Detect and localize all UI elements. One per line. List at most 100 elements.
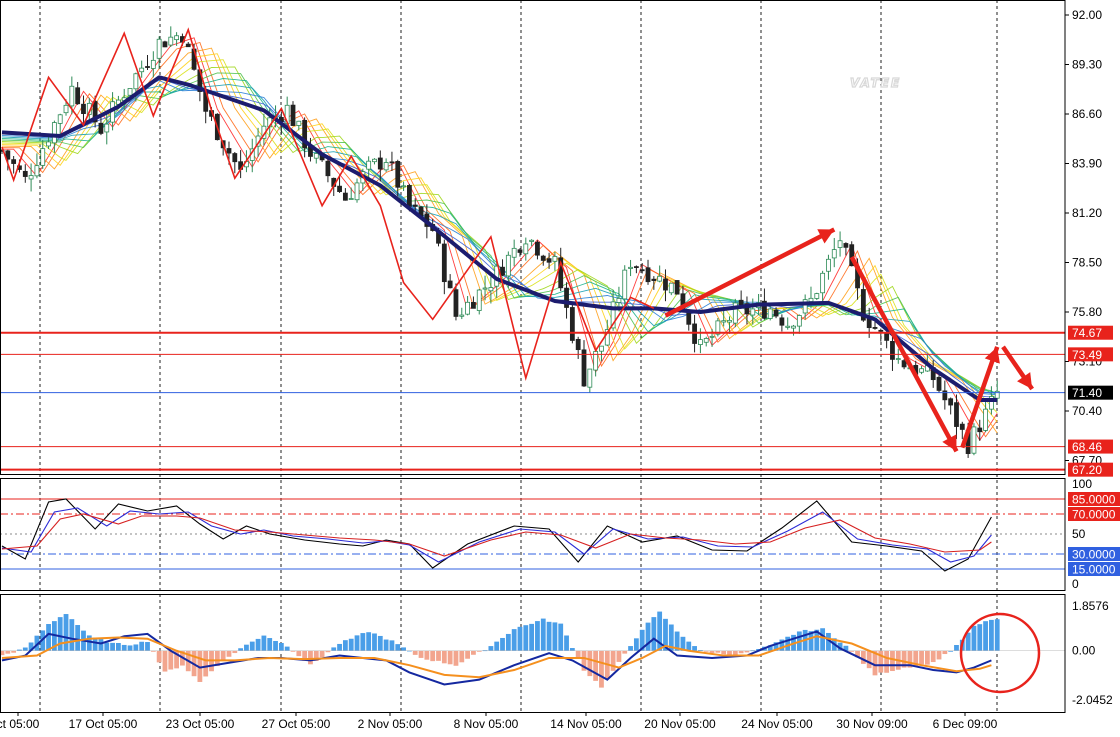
level-tag: 68.46 xyxy=(1072,440,1102,454)
macd-histogram-bar xyxy=(721,650,727,655)
candle-body xyxy=(773,309,779,317)
candle-body xyxy=(535,241,540,256)
macd-histogram-bar xyxy=(569,648,575,651)
candle-body xyxy=(453,289,459,317)
candle-body xyxy=(459,314,465,317)
candle-body xyxy=(546,258,552,263)
candle-body xyxy=(313,153,319,159)
candle-body xyxy=(139,67,145,73)
macd-histogram-bar xyxy=(110,642,115,651)
candle-body xyxy=(663,278,668,291)
macd-histogram-bar xyxy=(645,622,651,651)
candle-body xyxy=(98,122,104,134)
candle-body xyxy=(796,315,802,327)
macd-histogram-bar xyxy=(738,650,744,654)
macd-histogram-bar xyxy=(983,621,988,651)
candle-body xyxy=(174,35,180,41)
level-tag: 74.67 xyxy=(1072,326,1102,340)
macd-histogram-bar xyxy=(308,650,313,665)
price-tick-label: 70.40 xyxy=(1072,404,1102,418)
price-tick-label: 81.20 xyxy=(1072,206,1102,220)
candle-body xyxy=(22,170,28,177)
macd-histogram-bar xyxy=(593,650,599,681)
macd-histogram-bar xyxy=(249,641,255,651)
candle-body xyxy=(133,73,139,90)
candle-body xyxy=(395,161,401,188)
ribbon-line xyxy=(1,59,998,414)
macd-histogram-bar xyxy=(930,650,936,663)
candle-body xyxy=(290,104,296,126)
macd-histogram-bar xyxy=(494,641,500,651)
candle-body xyxy=(959,423,965,430)
candle-body xyxy=(628,266,633,269)
macd-histogram-bar xyxy=(954,645,959,651)
time-tick-label: 14 Nov 05:00 xyxy=(550,717,622,731)
macd-histogram-bar xyxy=(92,637,98,651)
macd-histogram-bar xyxy=(104,642,110,651)
candle-body xyxy=(698,339,703,345)
macd-histogram-bar xyxy=(436,650,441,661)
candle-body xyxy=(599,345,604,352)
candle-body xyxy=(471,301,476,309)
macd-histogram-bar xyxy=(57,617,63,651)
ribbon-line xyxy=(1,41,998,438)
current-price-tag: 71.40 xyxy=(1072,386,1102,400)
macd-histogram-bar xyxy=(296,650,302,657)
candle-body xyxy=(820,272,826,294)
candle-body xyxy=(529,239,535,242)
macd-histogram-bar xyxy=(505,633,511,651)
macd-histogram-bar xyxy=(919,650,924,665)
candle-body xyxy=(831,249,837,259)
price-tick-label: 92.00 xyxy=(1072,8,1102,22)
zigzag-indicator xyxy=(1,27,655,382)
candle-body xyxy=(575,338,581,351)
candle-body xyxy=(28,175,34,180)
candle-body xyxy=(540,255,546,261)
candle-body xyxy=(372,158,377,163)
macd-histogram-bar xyxy=(441,650,447,664)
macd-histogram-bar xyxy=(46,624,51,651)
candle-body xyxy=(127,88,133,96)
price-tick-label: 89.30 xyxy=(1072,58,1102,72)
candle-body xyxy=(954,402,959,427)
stoch-main-series xyxy=(1,498,992,572)
stoch-tick-label: 100 xyxy=(1072,477,1092,491)
macd-histogram-bar xyxy=(267,638,273,651)
ribbon-line xyxy=(1,72,998,396)
candle-body xyxy=(517,249,523,253)
price-tick-label: 78.50 xyxy=(1072,256,1102,270)
trading-chart: 92.0089.3086.6083.9081.2078.5075.8073.10… xyxy=(0,0,1120,731)
macd-histogram-bar xyxy=(395,644,401,651)
macd-histogram-bar xyxy=(63,614,69,651)
candle-body xyxy=(738,299,744,306)
macd-histogram-bar xyxy=(622,650,628,654)
candle-body xyxy=(721,320,727,323)
candle-body xyxy=(232,153,238,163)
candle-body xyxy=(674,280,680,295)
ribbon-line xyxy=(1,47,998,434)
macd-histogram-bar xyxy=(471,650,476,655)
macd-histogram-bar xyxy=(401,647,406,651)
candle-body xyxy=(75,87,81,105)
price-tick-label: 83.90 xyxy=(1072,157,1102,171)
macd-histogram-bar xyxy=(430,650,436,662)
ribbon xyxy=(1,37,998,442)
candle-body xyxy=(633,266,639,269)
candle-body xyxy=(668,282,674,294)
macd-histogram-bar xyxy=(424,650,430,660)
candle-body xyxy=(57,114,63,124)
time-tick-label: 23 Oct 05:00 xyxy=(166,717,235,731)
macd-histogram-bar xyxy=(261,635,267,651)
macd-histogram-bar xyxy=(22,647,28,651)
candle-body xyxy=(145,66,150,68)
candle-body xyxy=(482,287,488,290)
macd-histogram-bar xyxy=(860,650,866,664)
macd-histogram-bar xyxy=(599,650,604,688)
stoch-tick-label: 50 xyxy=(1072,527,1086,541)
macd-histogram-bar xyxy=(360,633,366,651)
macd-histogram-bar xyxy=(342,640,348,651)
macd-histogram-bar xyxy=(69,619,75,651)
time-tick-label: 17 Oct 05:00 xyxy=(69,717,138,731)
macd-histogram-bar xyxy=(633,638,639,651)
macd-histogram-bar xyxy=(552,622,558,651)
